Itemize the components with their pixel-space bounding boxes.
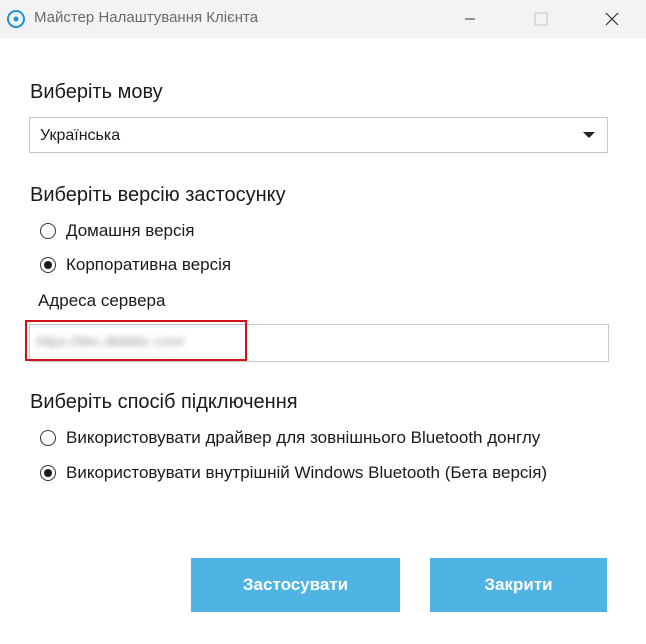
maximize-icon bbox=[534, 12, 548, 26]
window-title: Майстер Налаштування Клієнта bbox=[34, 9, 259, 26]
close-button[interactable]: Закрити bbox=[430, 558, 607, 612]
close-icon bbox=[605, 12, 619, 26]
minimize-icon bbox=[465, 18, 475, 20]
close-window-button[interactable] bbox=[589, 0, 635, 38]
maximize-button[interactable] bbox=[518, 0, 564, 38]
title-bar[interactable]: Майстер Налаштування Клієнта bbox=[0, 0, 646, 38]
radio-external-dongle[interactable]: Використовувати драйвер для зовнішнього … bbox=[40, 427, 540, 449]
radio-label: Використовувати внутрішній Windows Bluet… bbox=[66, 463, 548, 482]
radio-corporate-version[interactable]: Корпоративна версія bbox=[40, 254, 231, 276]
language-select[interactable]: Українська bbox=[29, 117, 608, 153]
server-address-value: https://bbc.dbbbbc.com/ bbox=[36, 333, 185, 349]
radio-label: Використовувати драйвер для зовнішнього … bbox=[66, 428, 541, 447]
dropdown-arrow-icon bbox=[583, 132, 595, 138]
language-heading: Виберіть мову bbox=[30, 81, 163, 103]
radio-button-checked-icon[interactable] bbox=[40, 465, 56, 481]
radio-home-version[interactable]: Домашня версія bbox=[40, 220, 195, 242]
radio-button-icon[interactable] bbox=[40, 223, 56, 239]
connection-heading: Виберіть спосіб підключення bbox=[30, 391, 298, 413]
radio-label: Корпоративна версія bbox=[66, 255, 232, 274]
radio-button-checked-icon[interactable] bbox=[40, 257, 56, 273]
radio-internal-bluetooth[interactable]: Використовувати внутрішній Windows Bluet… bbox=[40, 462, 547, 484]
language-selected-value: Українська bbox=[40, 127, 121, 144]
version-heading: Виберіть версію застосунку bbox=[30, 184, 286, 206]
app-logo-icon bbox=[7, 10, 25, 28]
server-address-label: Адреса сервера bbox=[38, 291, 166, 310]
radio-button-icon[interactable] bbox=[40, 430, 56, 446]
setup-wizard-window: Майстер Налаштування Клієнта Виберіть мо… bbox=[0, 0, 646, 644]
minimize-button[interactable] bbox=[447, 0, 493, 38]
apply-button[interactable]: Застосувати bbox=[191, 558, 400, 612]
radio-label: Домашня версія bbox=[66, 221, 195, 240]
